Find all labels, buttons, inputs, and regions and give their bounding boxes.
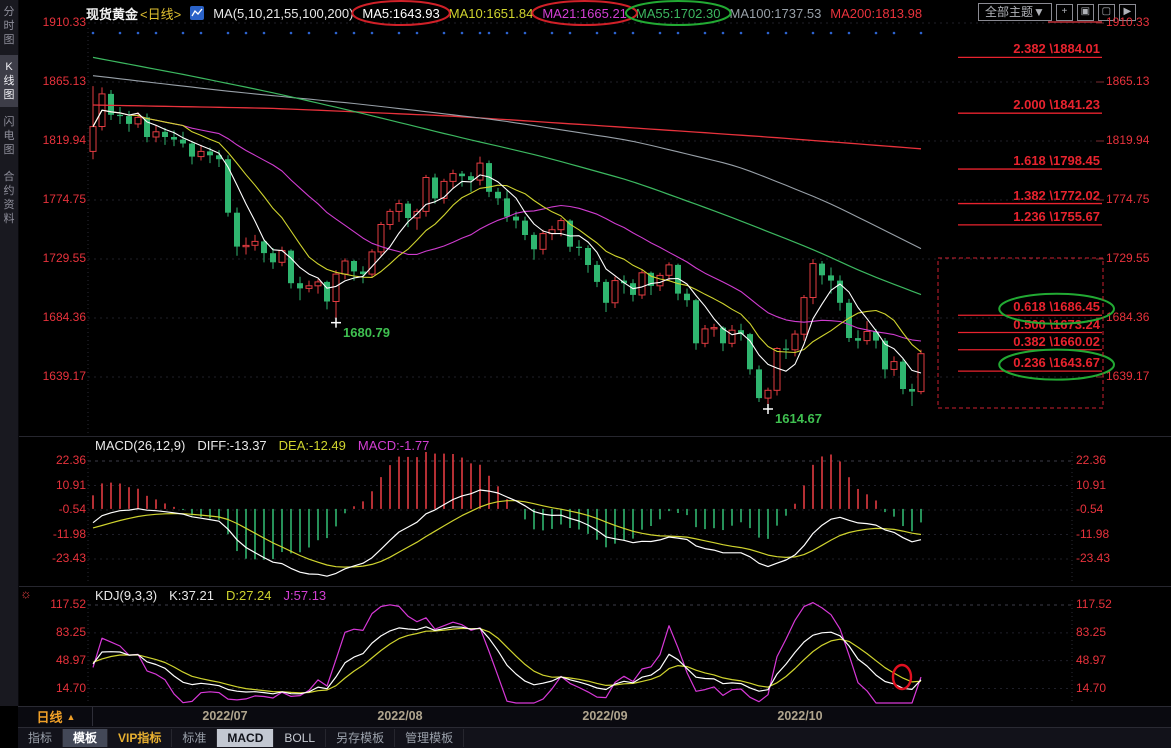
price-axis-label-left: 1819.94 — [20, 133, 86, 147]
kdj-axis-label-left: 83.25 — [20, 625, 86, 639]
kdj-d-value: D:27.24 — [226, 588, 272, 603]
macd-axis-label-right: -0.54 — [1076, 502, 1103, 516]
pan-icon[interactable]: + — [1056, 4, 1073, 21]
fib-level-label: 0.618 \1686.45 — [1013, 299, 1100, 314]
price-axis-label-right: 1865.13 — [1106, 74, 1149, 88]
sidebar-item-time-share[interactable]: 分时图 — [0, 0, 18, 52]
macd-bar-value: MACD:-1.77 — [358, 438, 430, 453]
macd-settings-label: MACD(26,12,9) — [95, 438, 185, 453]
price-axis-label-right: 1729.55 — [1106, 251, 1149, 265]
fib-level-label: 1.236 \1755.67 — [1013, 209, 1100, 224]
kdj-settings-label: KDJ(9,3,3) — [95, 588, 157, 603]
price-axis-label-right: 1819.94 — [1106, 133, 1149, 147]
fib-level-label: 1.382 \1772.02 — [1013, 188, 1100, 203]
macd-diff-value: DIFF:-13.37 — [197, 438, 266, 453]
kdj-axis-label-right: 83.25 — [1076, 625, 1106, 639]
macd-dea-value: DEA:-12.49 — [279, 438, 346, 453]
triangle-up-icon: ▲ — [67, 712, 76, 722]
chart-mode-sidebar: 分时图 K线图 闪电图 合约资料 — [0, 0, 19, 706]
price-axis-label-right: 1774.75 — [1106, 192, 1149, 206]
tab-manage-templates[interactable]: 管理模板 — [395, 729, 464, 747]
low-price-annotation: 1614.67 — [775, 411, 822, 426]
price-axis-label-left: 1774.75 — [20, 192, 86, 206]
kdj-k-value: K:37.21 — [169, 588, 214, 603]
instrument-title: 现货黄金 — [86, 4, 138, 23]
sidebar-item-contract-info[interactable]: 合约资料 — [0, 165, 18, 231]
kdj-axis-label-left: 14.70 — [20, 681, 86, 695]
macd-axis-label-left: -23.43 — [20, 551, 86, 565]
chart-header: 现货黄金 <日线> MA(5,10,21,55,100,200) MA5:164… — [86, 0, 922, 26]
tab-save-template[interactable]: 另存模板 — [326, 729, 395, 747]
fib-level-label: 0.382 \1660.02 — [1013, 334, 1100, 349]
price-axis-label-right: 1639.17 — [1106, 369, 1149, 383]
ma55-value: MA55:1702.30 — [636, 6, 721, 21]
kdj-axis-label-right: 14.70 — [1076, 681, 1106, 695]
tab-macd[interactable]: MACD — [217, 729, 274, 747]
price-axis-label-left: 1910.33 — [20, 15, 86, 29]
time-axis-month-label: 2022/07 — [202, 709, 247, 723]
macd-axis-label-left: 22.36 — [20, 453, 86, 467]
kdj-axis-label-left: 48.97 — [20, 653, 86, 667]
macd-axis-label-left: 10.91 — [20, 478, 86, 492]
fib-level-label: 2.000 \1841.23 — [1013, 97, 1100, 112]
kdj-j-value: J:57.13 — [284, 588, 327, 603]
fib-level-label: 0.500 \1673.24 — [1013, 317, 1100, 332]
tab-vip-indicators[interactable]: VIP指标 — [108, 729, 172, 747]
macd-axis-label-left: -0.54 — [20, 502, 86, 516]
tab-indicators[interactable]: 指标 — [18, 729, 63, 747]
price-axis-label-left: 1639.17 — [20, 369, 86, 383]
ma5-value: MA5:1643.93 — [362, 6, 439, 21]
panel-separator — [18, 586, 1171, 587]
ma100-value: MA100:1737.53 — [730, 6, 822, 21]
price-axis-label-right: 1684.36 — [1106, 310, 1149, 324]
time-axis-month-label: 2022/10 — [777, 709, 822, 723]
period-selector-label: 日线 — [37, 707, 63, 726]
tab-templates[interactable]: 模板 — [63, 729, 108, 747]
macd-axis-label-right: 22.36 — [1076, 453, 1106, 467]
tab-boll[interactable]: BOLL — [274, 729, 326, 747]
kline-chart-icon — [190, 6, 204, 20]
period-tag: <日线> — [140, 4, 181, 23]
kdj-axis-label-right: 117.52 — [1076, 597, 1112, 611]
low-price-annotation: 1680.79 — [343, 325, 390, 340]
price-axis-label-right: 1910.33 — [1106, 15, 1149, 29]
chart-canvas[interactable] — [0, 0, 1171, 747]
period-selector[interactable]: 日线 ▲ — [20, 707, 93, 726]
macd-axis-label-right: 10.91 — [1076, 478, 1106, 492]
pane-grid-icon[interactable]: ▣ — [1077, 4, 1094, 21]
ma200-value: MA200:1813.98 — [830, 6, 922, 21]
macd-axis-label-right: -11.98 — [1076, 527, 1109, 541]
fib-level-label: 2.382 \1884.01 — [1013, 41, 1100, 56]
trading-app-window: { "header": { "title": "现货黄金", "period_t… — [0, 0, 1171, 747]
ma21-value: MA21:1665.21 — [542, 6, 627, 21]
indicator-tab-bar: 指标 模板 VIP指标 标准 MACD BOLL 另存模板 管理模板 — [18, 727, 1171, 748]
kdj-header: KDJ(9,3,3) K:37.21 D:27.24 J:57.13 — [95, 588, 326, 603]
price-axis-label-left: 1684.36 — [20, 310, 86, 324]
macd-header: MACD(26,12,9) DIFF:-13.37 DEA:-12.49 MAC… — [95, 438, 429, 453]
tab-standard[interactable]: 标准 — [172, 729, 217, 747]
panel-separator — [18, 436, 1171, 437]
macd-axis-label-left: -11.98 — [20, 527, 86, 541]
time-axis-month-label: 2022/08 — [377, 709, 422, 723]
theme-selector-button[interactable]: 全部主题▼ — [978, 3, 1052, 21]
sidebar-item-lightning[interactable]: 闪电图 — [0, 110, 18, 162]
fib-level-label: 0.236 \1643.67 — [1013, 355, 1100, 370]
ma-settings-label: MA(5,10,21,55,100,200) — [213, 6, 353, 21]
sidebar-item-kline[interactable]: K线图 — [0, 55, 18, 107]
price-axis-label-left: 1865.13 — [20, 74, 86, 88]
time-axis-month-label: 2022/09 — [582, 709, 627, 723]
indicator-settings-icon[interactable]: ☼ — [20, 586, 32, 601]
fib-level-label: 1.618 \1798.45 — [1013, 153, 1100, 168]
macd-axis-label-right: -23.43 — [1076, 551, 1110, 565]
ma10-value: MA10:1651.84 — [449, 6, 534, 21]
price-axis-label-left: 1729.55 — [20, 251, 86, 265]
kdj-axis-label-right: 48.97 — [1076, 653, 1106, 667]
